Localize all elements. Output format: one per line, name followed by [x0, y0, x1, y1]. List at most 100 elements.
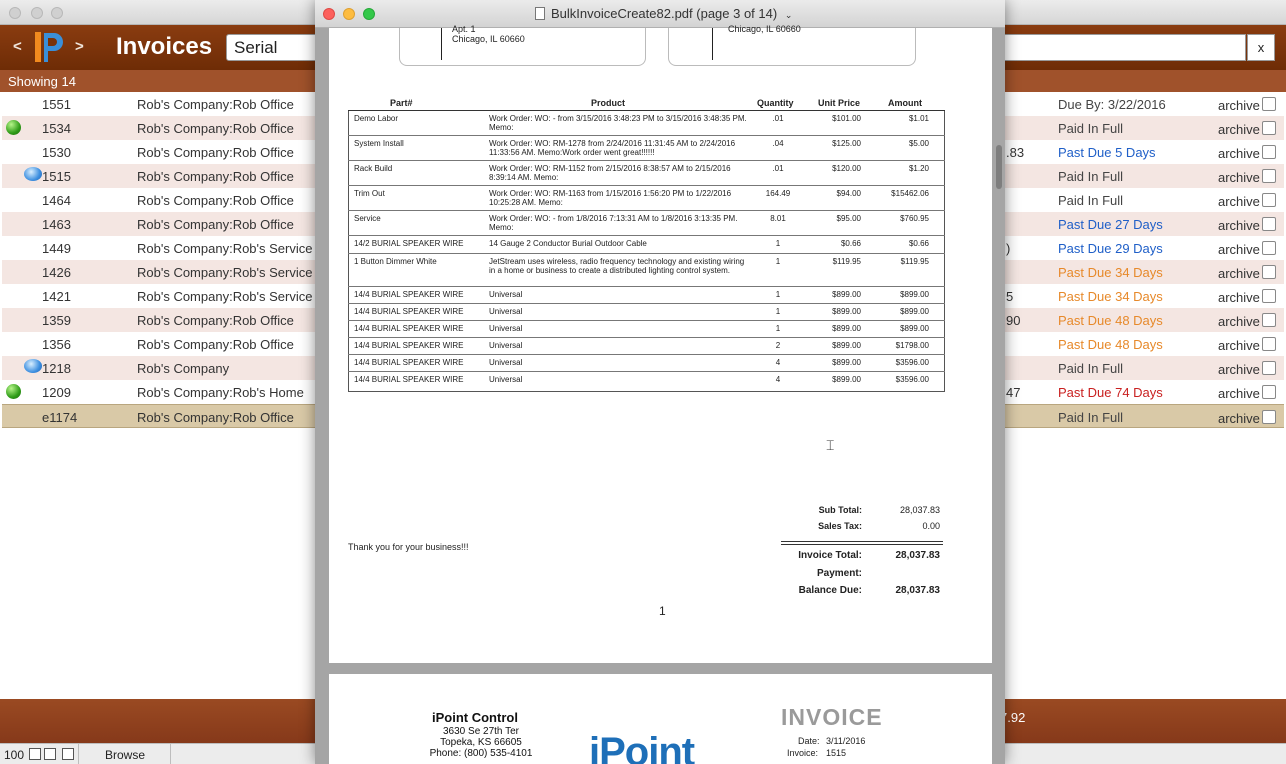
line-item-product: Universal [489, 290, 523, 299]
invoice-number: 1359 [42, 313, 71, 328]
archive-checkbox[interactable] [1262, 169, 1276, 183]
sales-tax-value: 0.00 [922, 521, 940, 531]
archive-checkbox[interactable] [1262, 265, 1276, 279]
close-window-button[interactable] [9, 7, 21, 19]
invoice-number: 1463 [42, 217, 71, 232]
balance-due-label: Balance Due: [798, 585, 862, 596]
clear-search-button[interactable]: x [1247, 34, 1275, 61]
invoice-number: 1209 [42, 385, 71, 400]
invoice-number: 1534 [42, 121, 71, 136]
search-field-selector[interactable]: Serial [226, 34, 326, 61]
line-item-part: 1 Button Dimmer White [354, 257, 437, 266]
line-item-amount: $899.00 [900, 290, 929, 299]
archive-label: archive [1218, 362, 1260, 377]
chat-bubble-icon[interactable] [24, 359, 42, 373]
amount-fragment: 47 [1006, 385, 1021, 400]
customer-name: Rob's Company:Rob Office [137, 337, 294, 352]
company-name: iPoint Control [432, 710, 518, 725]
search-input[interactable] [1000, 34, 1246, 61]
line-item-part: 14/2 BURIAL SPEAKER WIRE [354, 239, 464, 248]
line-item-unit-price: $125.00 [832, 139, 861, 148]
customer-name: Rob's Company:Rob Office [137, 97, 294, 112]
back-arrow-icon[interactable]: < [13, 38, 22, 55]
invoice-date-label: Date: [798, 736, 820, 746]
toggle-toolbar-icon[interactable] [62, 748, 74, 760]
close-window-button[interactable] [323, 8, 335, 20]
amount-fragment: 90 [1006, 313, 1021, 328]
zoom-window-button[interactable] [363, 8, 375, 20]
archive-checkbox[interactable] [1262, 217, 1276, 231]
archive-label: archive [1218, 386, 1260, 401]
payment-status: Past Due 5 Days [1058, 145, 1156, 160]
line-item-quantity: 1 [775, 257, 781, 266]
line-item-amount: $899.00 [900, 307, 929, 316]
archive-checkbox[interactable] [1262, 121, 1276, 135]
archive-checkbox[interactable] [1262, 97, 1276, 111]
pdf-preview-window: BulkInvoiceCreate82.pdf (page 3 of 14) ⌄… [315, 0, 1005, 764]
ipoint-logo: iPoint [589, 730, 695, 764]
chevron-down-icon[interactable]: ⌄ [785, 10, 793, 20]
pdf-window-title[interactable]: BulkInvoiceCreate82.pdf (page 3 of 14) ⌄ [535, 6, 792, 21]
line-item-part: Service [354, 214, 381, 223]
forward-arrow-icon[interactable]: > [75, 38, 84, 55]
pdf-document-icon [535, 7, 545, 20]
line-item-row: 14/4 BURIAL SPEAKER WIRE Universal 1 $899.0… [348, 287, 945, 304]
invoice-number: 1449 [42, 241, 71, 256]
payment-status: Due By: 3/22/2016 [1058, 97, 1166, 112]
line-item-part: 14/4 BURIAL SPEAKER WIRE [354, 290, 464, 299]
archive-checkbox[interactable] [1262, 289, 1276, 303]
ipoint-logo-icon[interactable] [32, 29, 66, 65]
minimize-window-button[interactable] [31, 7, 43, 19]
archive-checkbox[interactable] [1262, 385, 1276, 399]
ship-to-address-box: Chicago, IL 60660 [668, 24, 916, 66]
payment-status: Past Due 48 Days [1058, 313, 1163, 328]
line-item-part: System Install [354, 139, 404, 148]
invoice-number: 1530 [42, 145, 71, 160]
pdf-next-page: iPoint Control 3630 Se 27th Ter Topeka, … [329, 674, 992, 764]
mode-indicator[interactable]: Browse [105, 748, 145, 762]
line-item-product: JetStream uses wireless, radio frequency… [489, 257, 745, 275]
amount-fragment: 5 [1006, 289, 1014, 304]
chat-bubble-icon[interactable] [24, 167, 42, 181]
line-item-product: Work Order: WO: - from 1/8/2016 7:13:31 … [489, 214, 738, 232]
pdf-title-text: BulkInvoiceCreate82.pdf (page 3 of 14) [551, 6, 778, 21]
vertical-scrollbar[interactable] [996, 145, 1002, 189]
line-item-product: 14 Gauge 2 Conductor Burial Outdoor Cabl… [489, 239, 647, 248]
line-item-product: Work Order: WO: RM-1163 from 1/15/2016 1… [489, 189, 732, 207]
archive-checkbox[interactable] [1262, 410, 1276, 424]
totals-double-rule [781, 541, 943, 545]
archive-checkbox[interactable] [1262, 337, 1276, 351]
line-item-unit-price: $899.00 [832, 290, 861, 299]
payment-status: Past Due 34 Days [1058, 265, 1163, 280]
zoom-level[interactable]: 100 [4, 748, 24, 762]
column-header-quantity: Quantity [757, 98, 794, 108]
zoom-window-button[interactable] [51, 7, 63, 19]
archive-checkbox[interactable] [1262, 193, 1276, 207]
invoice-number: 1426 [42, 265, 71, 280]
invoice-number: 1551 [42, 97, 71, 112]
company-address-line: 3630 Se 27th Ter [443, 726, 519, 737]
line-item-amount: $15462.06 [891, 189, 929, 198]
archive-checkbox[interactable] [1262, 361, 1276, 375]
line-item-row: 14/2 BURIAL SPEAKER WIRE 14 Gauge 2 Condu… [348, 236, 945, 254]
page-title: Invoices [116, 33, 213, 60]
zoom-out-icon[interactable] [29, 748, 41, 760]
line-item-unit-price: $899.00 [832, 307, 861, 316]
line-item-unit-price: $899.00 [832, 358, 861, 367]
line-item-row: Trim Out Work Order: WO: RM-1163 from 1/1… [348, 186, 945, 211]
subtotal-value: 28,037.83 [899, 505, 940, 515]
archive-checkbox[interactable] [1262, 145, 1276, 159]
line-item-part: 14/4 BURIAL SPEAKER WIRE [354, 307, 464, 316]
line-item-row: 14/4 BURIAL SPEAKER WIRE Universal 2 $899.0… [348, 338, 945, 355]
invoice-number-label: Invoice: [787, 748, 819, 758]
line-item-row: System Install Work Order: WO: RM-1278 fr… [348, 136, 945, 161]
archive-checkbox[interactable] [1262, 241, 1276, 255]
company-phone: Phone: (800) 535-4101 [429, 748, 533, 759]
minimize-window-button[interactable] [343, 8, 355, 20]
line-item-amount: $119.95 [900, 257, 929, 266]
invoice-number: e1174 [42, 410, 78, 425]
line-item-part: 14/4 BURIAL SPEAKER WIRE [354, 375, 464, 384]
archive-checkbox[interactable] [1262, 313, 1276, 327]
subtotal-label: Sub Total: [818, 505, 862, 515]
zoom-in-icon[interactable] [44, 748, 56, 760]
